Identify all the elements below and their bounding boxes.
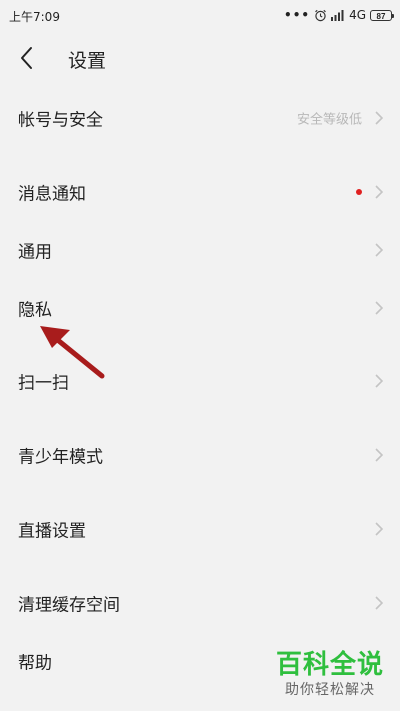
back-chevron-icon [21, 47, 32, 69]
settings-item-label: 清理缓存空间 [18, 595, 120, 616]
settings-item-teen-mode[interactable]: 青少年模式 [0, 427, 400, 483]
settings-item-label: 通用 [18, 242, 52, 263]
chevron-right-icon [375, 374, 384, 388]
chevron-right-icon [375, 448, 384, 462]
battery-level: 87 [376, 11, 386, 21]
watermark: 百科全说 助你轻松解决 [276, 650, 384, 700]
page-title: 设置 [68, 50, 107, 72]
battery-icon: 87 [370, 9, 394, 21]
chevron-right-icon [375, 522, 384, 536]
chevron-right-icon [375, 111, 384, 125]
security-level-value: 安全等级低 [296, 112, 362, 128]
settings-item-live-settings[interactable]: 直播设置 [0, 501, 400, 557]
watermark-title: 百科全说 [275, 650, 384, 680]
alarm-icon [315, 9, 326, 21]
settings-item-label: 帮助 [18, 653, 52, 674]
settings-item-label: 直播设置 [18, 521, 86, 542]
network-type: 4G [349, 8, 366, 22]
settings-item-notifications[interactable]: 消息通知 [0, 164, 400, 220]
watermark-subtitle: 助你轻松解决 [284, 682, 375, 698]
status-time: 上午7:09 [9, 10, 60, 24]
signal-icon [331, 10, 344, 21]
unread-dot [356, 189, 362, 195]
header: 设置 [0, 36, 400, 82]
annotation-arrow-icon [40, 326, 105, 379]
chevron-right-icon [375, 596, 384, 610]
status-icons: ••• 4G 87 [284, 6, 394, 24]
chevron-right-icon [375, 185, 384, 199]
chevron-right-icon [375, 243, 384, 257]
more-dots-icon: ••• [284, 8, 311, 22]
settings-item-label: 消息通知 [18, 184, 86, 205]
settings-item-clear-cache[interactable]: 清理缓存空间 [0, 575, 400, 631]
partial-list-item [18, 700, 98, 711]
back-button[interactable] [14, 40, 46, 76]
settings-item-label: 青少年模式 [18, 447, 103, 468]
status-bar: 上午7:09 ••• 4G 87 [0, 0, 400, 30]
chevron-right-icon [375, 301, 384, 315]
settings-item-account-security[interactable]: 帐号与安全 安全等级低 [0, 90, 400, 146]
settings-item-label: 帐号与安全 [18, 110, 103, 131]
settings-item-general[interactable]: 通用 [0, 222, 400, 278]
